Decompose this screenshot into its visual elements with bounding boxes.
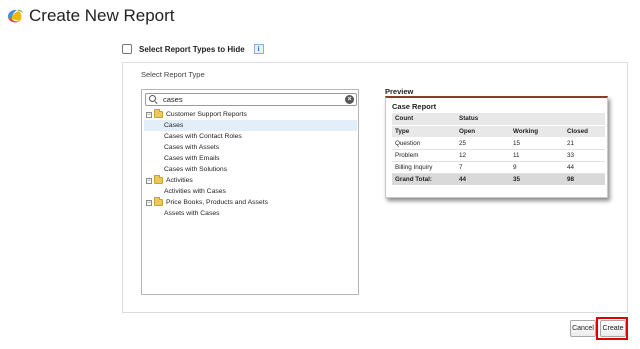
tree-label: Cases with Assets (164, 144, 220, 151)
table-cell: Status (456, 113, 510, 126)
tree-item[interactable]: Cases with Solutions (144, 164, 357, 175)
hide-report-types-label[interactable]: Select Report Types to Hide (139, 45, 245, 54)
search-icon (149, 95, 158, 104)
search-value[interactable]: cases (163, 95, 345, 104)
table-total-row: Grand Total: 44 35 98 (392, 173, 605, 186)
tree-label: Cases (164, 122, 184, 129)
tree-label: Customer Support Reports (166, 111, 247, 118)
tree-label: Assets with Cases (164, 210, 220, 217)
collapse-toggle-icon[interactable]: − (146, 177, 152, 184)
table-row: Question 25 15 21 (392, 137, 605, 150)
table-cell: 98 (564, 173, 605, 186)
preview-card: Case Report Count Status Type Open Working Cl… (385, 96, 608, 198)
tree-item[interactable]: Cases with Contact Roles (144, 131, 357, 142)
tree-label: Price Books, Products and Assets (166, 199, 269, 206)
table-cell: Count (392, 113, 456, 126)
section-title: Select Report Type (141, 70, 205, 79)
table-row: Billing Inquiry 7 9 44 (392, 161, 605, 174)
table-cell: 21 (564, 137, 605, 150)
tree-label: Activities with Cases (164, 188, 226, 195)
table-cell: 9 (510, 161, 564, 174)
tree-item[interactable]: Cases with Emails (144, 153, 357, 164)
hide-report-types-checkbox[interactable] (122, 44, 132, 54)
table-cell: 11 (510, 149, 564, 162)
report-type-panel: Select Report Type cases × − Customer Sup… (122, 62, 628, 313)
tree-item[interactable]: Assets with Cases (144, 208, 357, 219)
tree-label: Cases with Solutions (164, 166, 228, 173)
hide-report-types-row: Select Report Types to Hide i (122, 42, 264, 56)
tree-item[interactable]: Activities with Cases (144, 186, 357, 197)
table-cell: 12 (456, 149, 510, 162)
table-cell: Billing Inquiry (392, 161, 456, 174)
table-header-row: Type Open Working Closed (392, 125, 605, 138)
salesforce-logo-icon (7, 9, 23, 23)
tree-item[interactable]: Cases with Assets (144, 142, 357, 153)
table-cell: Problem (392, 149, 456, 162)
create-button-highlight (596, 317, 628, 340)
tree-label: Cases with Emails (164, 155, 220, 162)
tree-label: Activities (166, 177, 193, 184)
collapse-toggle-icon[interactable]: − (146, 199, 152, 206)
tree-folder[interactable]: − Customer Support Reports (144, 109, 357, 120)
tree-item[interactable]: Cases (144, 120, 357, 131)
clear-search-icon[interactable]: × (345, 95, 354, 104)
tree-folder[interactable]: − Price Books, Products and Assets (144, 197, 357, 208)
folder-icon (154, 109, 163, 118)
table-row: Problem 12 11 33 (392, 149, 605, 162)
table-cell: Type (392, 125, 456, 138)
tree-folder[interactable]: − Activities (144, 175, 357, 186)
report-type-search-input[interactable]: cases × (145, 93, 357, 106)
table-cell: 44 (564, 161, 605, 174)
table-cell: 35 (510, 173, 564, 186)
info-icon[interactable]: i (253, 44, 264, 54)
folder-icon (154, 175, 163, 184)
page-title: Create New Report (29, 6, 175, 25)
tree-label: Cases with Contact Roles (164, 133, 242, 140)
collapse-toggle-icon[interactable]: − (146, 111, 152, 118)
table-cell: Closed (564, 125, 605, 138)
cancel-button[interactable]: Cancel (570, 320, 596, 337)
report-type-tree-box: cases × − Customer Support Reports Cases Ca… (141, 89, 359, 295)
table-cell: 15 (510, 137, 564, 150)
table-cell: Open (456, 125, 510, 138)
report-type-tree: − Customer Support Reports Cases Cases with… (144, 109, 357, 219)
preview-label: Preview (385, 87, 414, 96)
table-header-row: Count Status (392, 113, 605, 126)
table-cell (510, 113, 564, 126)
table-cell: Working (510, 125, 564, 138)
table-cell: Grand Total: (392, 173, 456, 186)
table-cell: 25 (456, 137, 510, 150)
table-cell: Question (392, 137, 456, 150)
preview-table: Count Status Type Open Working Closed Question… (392, 113, 605, 186)
table-cell: 7 (456, 161, 510, 174)
table-cell: 44 (456, 173, 510, 186)
table-cell: 33 (564, 149, 605, 162)
folder-icon (154, 197, 163, 206)
table-cell (564, 113, 605, 126)
preview-card-title: Case Report (392, 102, 437, 111)
